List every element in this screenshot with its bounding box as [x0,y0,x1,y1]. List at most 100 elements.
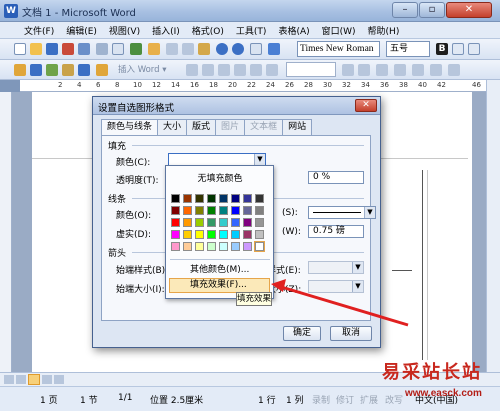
undo-icon[interactable] [216,43,228,55]
menu-table[interactable]: 表格(A) [272,24,315,37]
save-icon[interactable] [46,43,58,55]
transparency-field[interactable]: 0 % [308,171,364,184]
print-preview-icon[interactable] [112,43,124,55]
flip-icon[interactable] [266,64,278,76]
outline-view-icon[interactable] [42,375,52,384]
color-swatch[interactable] [231,206,240,215]
tab-colors-lines[interactable]: 颜色与线条 [101,119,159,136]
next-icon[interactable] [358,64,370,76]
email-icon[interactable] [78,43,90,55]
dialog-title-bar[interactable]: 设置自选图形格式 ✕ [93,97,380,115]
color-swatch[interactable] [195,218,204,227]
break-link-icon[interactable] [376,64,388,76]
minimize-button[interactable]: – [392,2,418,18]
color-swatch[interactable] [255,194,264,203]
menu-insert[interactable]: 插入(I) [146,24,186,37]
color-swatch[interactable] [231,242,240,251]
cut-icon[interactable] [166,43,178,55]
new-document-icon[interactable] [14,43,26,55]
web-view-icon[interactable] [16,375,26,384]
more-colors-option[interactable]: 其他颜色(M)... [170,263,270,277]
color-swatch[interactable] [207,194,216,203]
color-swatch[interactable] [183,230,192,239]
status-record[interactable]: 录制 [312,393,330,406]
word-app-icon[interactable]: W [4,4,18,18]
distribute-icon[interactable] [202,64,214,76]
color-swatch[interactable] [195,230,204,239]
align-icon[interactable] [186,64,198,76]
reading-view-icon[interactable] [54,375,64,384]
color-swatch[interactable] [183,242,192,251]
color-swatch[interactable] [207,218,216,227]
color-swatch[interactable] [231,218,240,227]
color-swatch[interactable] [195,206,204,215]
drawing-toggle-icon[interactable] [268,43,280,55]
chevron-down-icon[interactable]: ▼ [254,154,265,165]
color-swatch[interactable] [255,230,264,239]
menu-help[interactable]: 帮助(H) [362,24,406,37]
select-objects-icon[interactable] [14,64,26,76]
tab-web[interactable]: 网站 [282,119,313,135]
menu-tools[interactable]: 工具(T) [230,24,273,37]
color-swatch[interactable] [183,218,192,227]
print-icon[interactable] [96,43,108,55]
ok-button[interactable]: 确定 [283,326,321,341]
cancel-button[interactable]: 取消 [330,326,372,341]
insert-word-button[interactable]: 插入 Word ▾ [118,63,167,75]
permission-icon[interactable] [62,43,74,55]
color-swatch[interactable] [231,230,240,239]
color-swatch[interactable] [243,194,252,203]
color-swatch[interactable] [171,194,180,203]
dialog-close-button[interactable]: ✕ [355,99,377,112]
close-window-button[interactable]: ✕ [446,2,492,18]
horizontal-ruler[interactable]: 2 4 6 8 10 12 14 16 18 20 22 24 26 28 30… [20,80,500,92]
shadow-icon[interactable] [430,64,442,76]
line-style-dropdown[interactable]: ▼ [308,206,376,219]
paste-icon[interactable] [198,43,210,55]
color-swatch[interactable] [219,194,228,203]
prev-icon[interactable] [342,64,354,76]
menu-view[interactable]: 视图(V) [103,24,146,37]
text-direction-icon[interactable] [412,64,424,76]
status-extend[interactable]: 扩展 [360,393,378,406]
tab-layout[interactable]: 版式 [186,119,217,135]
order-icon[interactable] [234,64,246,76]
status-revisions[interactable]: 修订 [336,393,354,406]
font-name-select[interactable]: Times New Roman [297,41,380,57]
vertical-ruler[interactable] [0,92,12,372]
shape-outline[interactable] [392,270,412,271]
menu-edit[interactable]: 编辑(E) [60,24,103,37]
color-swatch[interactable] [171,242,180,251]
menu-format[interactable]: 格式(O) [186,24,230,37]
research-icon[interactable] [148,43,160,55]
color-swatch[interactable] [243,218,252,227]
clipart-icon[interactable] [62,64,74,76]
wordart-icon[interactable] [46,64,58,76]
picture-icon[interactable] [78,64,90,76]
font-size-select[interactable]: 五号 [386,41,430,57]
color-swatch[interactable] [254,241,265,252]
color-swatch[interactable] [243,206,252,215]
color-swatch[interactable] [207,230,216,239]
color-swatch[interactable] [219,230,228,239]
normal-view-icon[interactable] [4,375,14,384]
3d-icon[interactable] [448,64,460,76]
color-swatch[interactable] [219,242,228,251]
vertical-scrollbar[interactable] [486,80,500,372]
print-layout-icon[interactable] [28,374,40,385]
copy-icon[interactable] [182,43,194,55]
color-swatch[interactable] [231,194,240,203]
no-fill-option[interactable]: 无填充颜色 [172,172,268,186]
underline-icon[interactable] [468,43,480,55]
color-swatch[interactable] [183,194,192,203]
color-swatch[interactable] [207,242,216,251]
color-swatch[interactable] [171,218,180,227]
color-swatch[interactable] [195,242,204,251]
fill-effects-option[interactable]: 填充效果(F)... [169,278,270,293]
color-swatch[interactable] [219,218,228,227]
color-swatch[interactable] [171,230,180,239]
tab-size[interactable]: 大小 [157,119,188,135]
shape-outline[interactable] [422,170,423,360]
open-folder-icon[interactable] [30,43,42,55]
object-name-field[interactable] [286,62,336,77]
